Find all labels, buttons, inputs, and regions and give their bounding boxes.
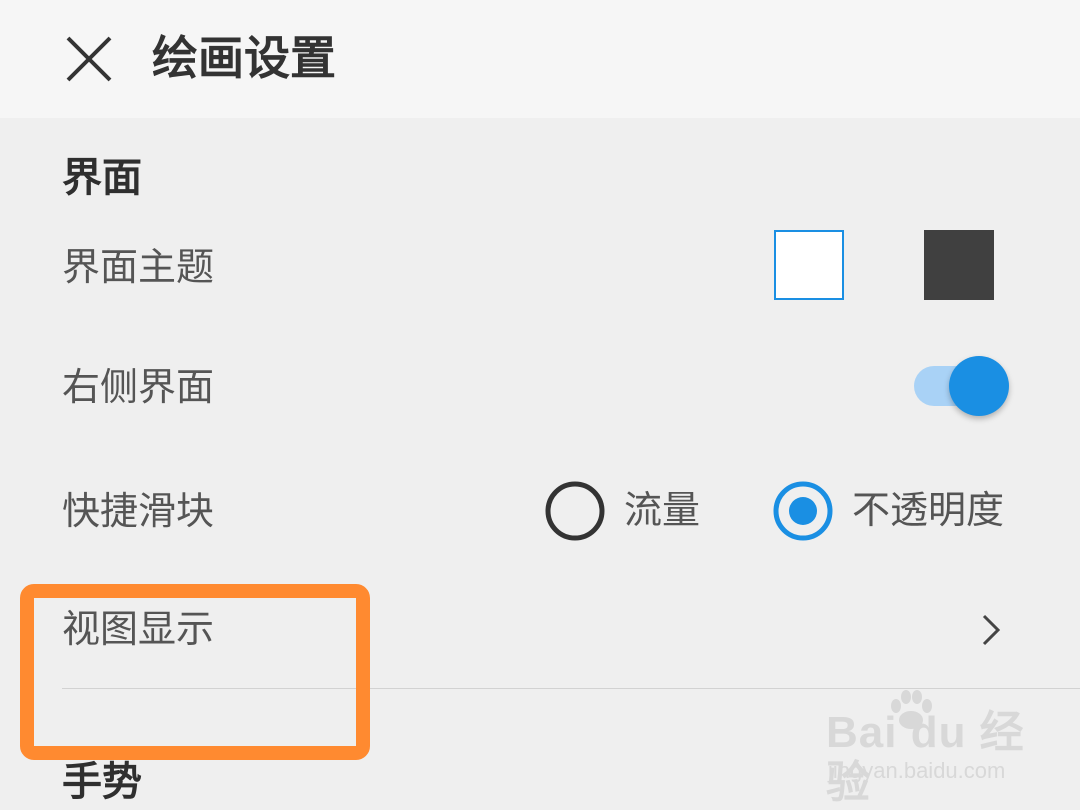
quick-slider-row-label: 快捷滑块 [62,489,215,533]
page-title: 绘画设置 [152,31,336,85]
section-title-gesture: 手势 [62,759,142,805]
view-display-row-label[interactable]: 视图显示 [62,604,214,654]
radio-opacity[interactable] [772,480,834,542]
chevron-right-icon[interactable] [980,610,1004,650]
right-panel-row-label: 右侧界面 [62,365,215,409]
radio-flow-label[interactable]: 流量 [624,484,700,536]
watermark-url: jingyan.baidu.com [828,758,1006,783]
watermark: Bai du 经验 jingyan.baidu.com [826,690,1036,807]
theme-dark-swatch[interactable] [924,230,994,300]
app-header: 绘画设置 [0,0,1080,118]
row-divider [62,688,1080,689]
radio-opacity-label[interactable]: 不透明度 [852,484,1004,536]
theme-row-label: 界面主题 [62,245,215,289]
right-panel-toggle[interactable] [912,356,1012,416]
radio-flow[interactable] [544,480,606,542]
theme-light-swatch[interactable] [774,230,844,300]
section-title-interface: 界面 [62,155,142,201]
close-icon[interactable] [64,34,114,84]
toggle-knob [949,356,1009,416]
